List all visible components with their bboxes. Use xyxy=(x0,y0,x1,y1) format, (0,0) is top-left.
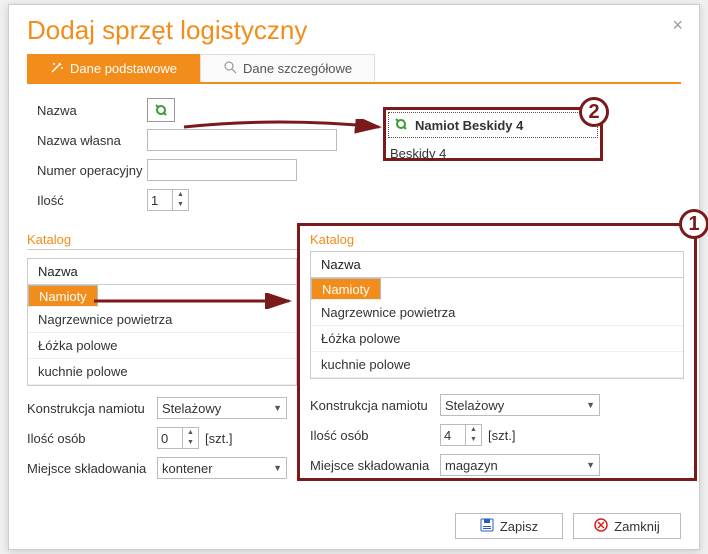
list-item[interactable]: Namioty xyxy=(311,278,381,300)
tab-label: Dane szczegółowe xyxy=(243,61,352,76)
op-num-label: Numer operacyjny xyxy=(37,163,147,178)
chevron-down-icon: ▼ xyxy=(273,463,282,473)
osoby-stepper[interactable]: 4 ▲▼ xyxy=(440,424,482,446)
grid-header: Nazwa xyxy=(311,252,683,278)
list-item[interactable]: Namioty xyxy=(28,285,98,307)
op-num-input[interactable] xyxy=(147,159,297,181)
konstr-label: Konstrukcja namiotu xyxy=(310,398,440,413)
tab-basic[interactable]: Dane podstawowe xyxy=(27,54,200,82)
annotation-marker-2: 2 xyxy=(579,97,609,127)
osoby-stepper[interactable]: 0 ▲▼ xyxy=(157,427,199,449)
list-item[interactable]: Łóżka polowe xyxy=(311,326,683,352)
chevron-down-icon: ▼ xyxy=(586,400,595,410)
dialog-footer: Zapisz Zamknij xyxy=(455,513,681,539)
osoby-label: Ilość osób xyxy=(27,431,157,446)
tab-label: Dane podstawowe xyxy=(70,61,177,76)
own-name-input[interactable] xyxy=(147,129,337,151)
annotation-callout-1: Katalog Nazwa Namioty Nagrzewnice powiet… xyxy=(297,223,697,481)
dialog-title: Dodaj sprzęt logistyczny xyxy=(27,15,681,46)
spin-down-icon[interactable]: ▼ xyxy=(173,200,188,210)
close-button[interactable]: Zamknij xyxy=(573,513,681,539)
annotation-marker-1: 1 xyxy=(679,209,708,239)
wand-icon xyxy=(50,60,64,77)
konstr-select[interactable]: Stelażowy▼ xyxy=(440,394,600,416)
qty-stepper[interactable]: 1 ▲▼ xyxy=(147,189,189,211)
konstr-select[interactable]: Stelażowy▼ xyxy=(157,397,287,419)
qty-label: Ilość xyxy=(37,193,147,208)
own-name-label: Nazwa własna xyxy=(37,133,147,148)
annot-own-name: Beskidy 4 xyxy=(390,146,446,161)
list-item[interactable]: Nagrzewnice powietrza xyxy=(28,307,296,333)
spin-up-icon[interactable]: ▲ xyxy=(183,428,198,438)
chevron-down-icon: ▼ xyxy=(586,460,595,470)
spin-up-icon[interactable]: ▲ xyxy=(466,425,481,435)
osoby-unit: [szt.] xyxy=(488,428,515,443)
katalog-label: Katalog xyxy=(27,232,297,247)
qty-value: 1 xyxy=(151,193,158,208)
miejsce-label: Miejsce składowania xyxy=(27,461,157,476)
miejsce-label: Miejsce składowania xyxy=(310,458,440,473)
chevron-down-icon: ▼ xyxy=(273,403,282,413)
spin-down-icon[interactable]: ▼ xyxy=(183,438,198,448)
cancel-icon xyxy=(594,518,608,535)
name-label: Nazwa xyxy=(37,103,147,118)
magnifier-icon xyxy=(223,60,237,77)
annotation-callout-2: Namiot Beskidy 4 Beskidy 4 xyxy=(383,107,603,161)
dialog: × Dodaj sprzęt logistyczny Dane podstawo… xyxy=(8,4,700,550)
katalog-grid-left: Nazwa Namioty Nagrzewnice powietrza Łóżk… xyxy=(27,258,297,386)
grid-header: Nazwa xyxy=(28,259,296,285)
osoby-label: Ilość osób xyxy=(310,428,440,443)
pick-name-button[interactable] xyxy=(147,98,175,122)
katalog-grid-right: Nazwa Namioty Nagrzewnice powietrza Łóżk… xyxy=(310,251,684,379)
save-button[interactable]: Zapisz xyxy=(455,513,563,539)
spin-up-icon[interactable]: ▲ xyxy=(173,190,188,200)
spin-down-icon[interactable]: ▼ xyxy=(466,435,481,445)
tab-details[interactable]: Dane szczegółowe xyxy=(200,54,375,82)
miejsce-select[interactable]: magazyn▼ xyxy=(440,454,600,476)
annot-title: Namiot Beskidy 4 xyxy=(415,118,523,133)
konstr-label: Konstrukcja namiotu xyxy=(27,401,157,416)
katalog-label: Katalog xyxy=(310,232,684,247)
list-item[interactable]: kuchnie polowe xyxy=(311,352,683,378)
osoby-unit: [szt.] xyxy=(205,431,232,446)
refresh-icon xyxy=(393,116,409,135)
list-item[interactable]: Łóżka polowe xyxy=(28,333,296,359)
save-icon xyxy=(480,518,494,535)
list-item[interactable]: Nagrzewnice powietrza xyxy=(311,300,683,326)
list-item[interactable]: kuchnie polowe xyxy=(28,359,296,385)
tab-bar: Dane podstawowe Dane szczegółowe xyxy=(27,54,681,84)
miejsce-select[interactable]: kontener▼ xyxy=(157,457,287,479)
close-icon[interactable]: × xyxy=(672,15,683,36)
